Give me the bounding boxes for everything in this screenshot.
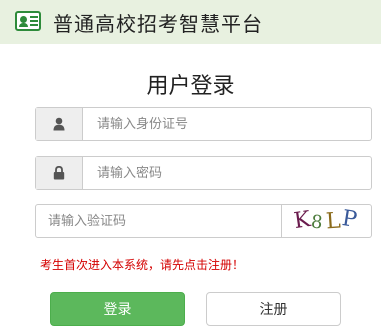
- header-bar: 普通高校招考智慧平台: [0, 0, 381, 44]
- app-title: 普通高校招考智慧平台: [53, 12, 263, 36]
- page-title: 用户登录: [146, 74, 235, 99]
- password-field: [35, 156, 372, 190]
- id-card-icon: [15, 11, 41, 31]
- register-button[interactable]: 注册: [206, 292, 341, 326]
- lock-icon: [53, 166, 65, 180]
- id-number-field: [35, 107, 372, 141]
- captcha-input[interactable]: [36, 205, 281, 237]
- id-number-input[interactable]: [83, 108, 371, 140]
- register-notice: 考生首次进入本系统，请先点击注册！: [40, 258, 245, 272]
- password-field-addon: [36, 157, 83, 189]
- captcha-field: [35, 204, 282, 238]
- id-field-addon: [36, 108, 83, 140]
- login-button[interactable]: 登录: [50, 292, 185, 326]
- user-icon: [53, 117, 65, 131]
- password-input[interactable]: [83, 157, 371, 189]
- captcha-image[interactable]: K 8 L P: [282, 204, 372, 238]
- captcha-char: P: [340, 205, 359, 234]
- captcha-char: 8: [309, 211, 324, 234]
